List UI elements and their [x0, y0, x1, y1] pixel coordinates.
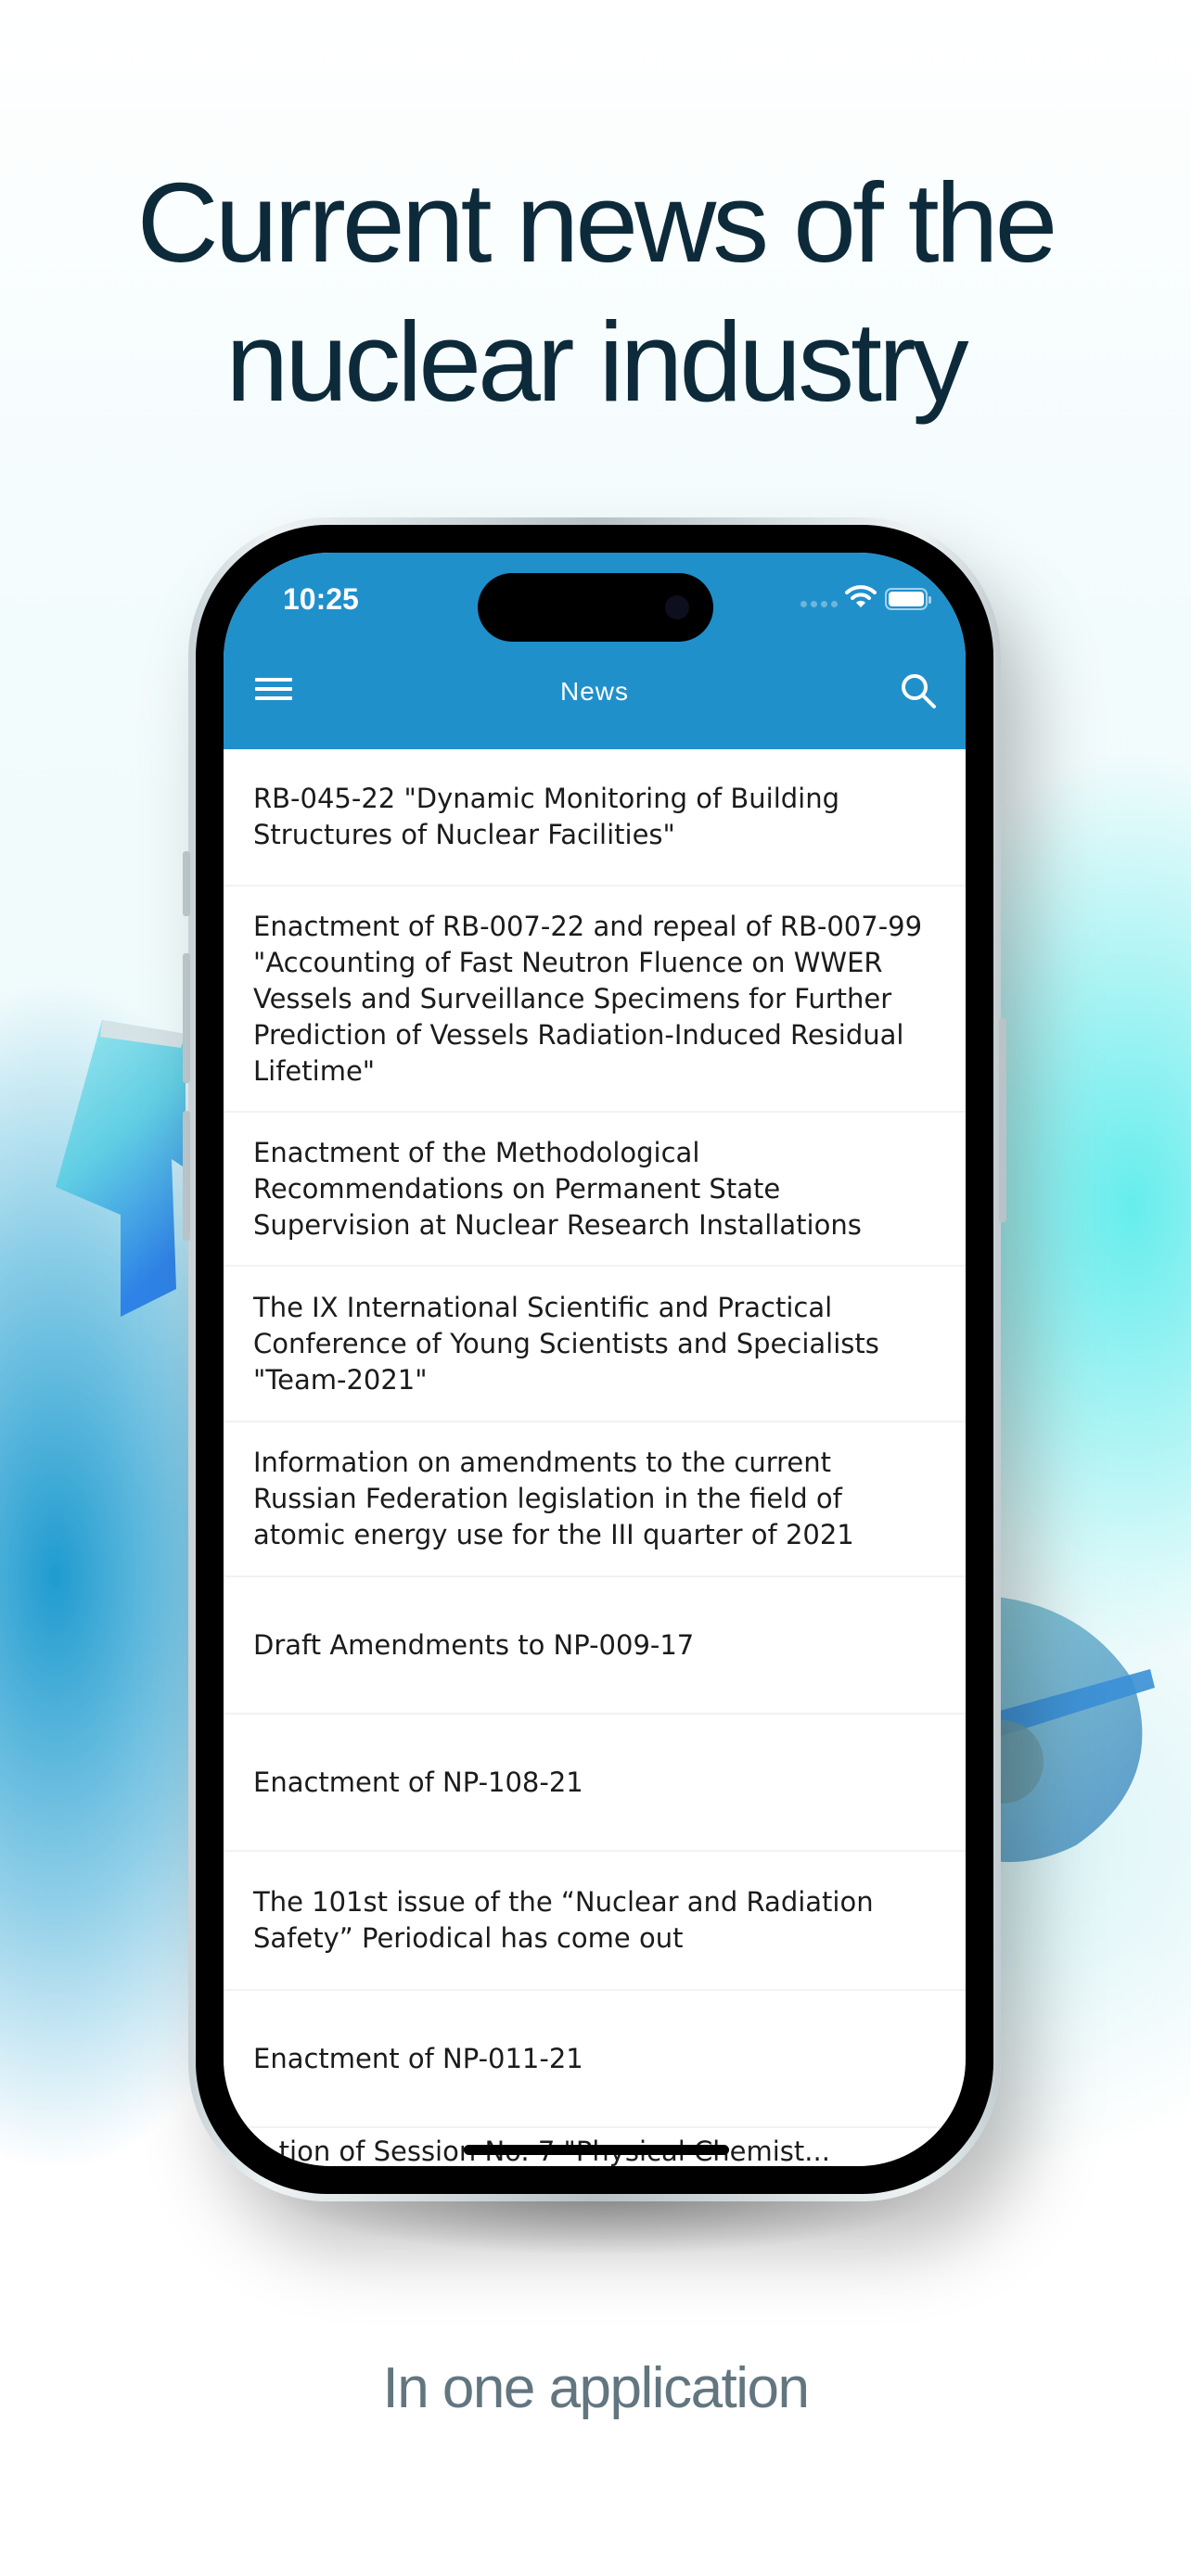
news-item-title: Enactment of NP-108-21 [253, 1766, 583, 1798]
volume-up-button [183, 953, 190, 1083]
status-time: 10:25 [283, 582, 359, 616]
search-icon[interactable] [899, 671, 938, 710]
news-item[interactable]: Enactment of NP-011-21 [224, 1991, 966, 2128]
news-item[interactable]: Enactment of NP-108-21 [224, 1715, 966, 1852]
news-item-title: The 101st issue of the “Nuclear and Radi… [253, 1886, 874, 1954]
news-item[interactable]: Information on amendments to the current… [224, 1422, 966, 1577]
news-list: RB-045-22 "Dynamic Monitoring of Buildin… [224, 749, 966, 2166]
news-item-title: Enactment of the Methodological Recommen… [253, 1136, 862, 1241]
battery-icon [885, 588, 931, 610]
news-item-title: Information on amendments to the current… [253, 1447, 854, 1550]
volume-down-button [183, 1111, 190, 1241]
news-item[interactable]: The 101st issue of the “Nuclear and Radi… [224, 1852, 966, 1991]
home-indicator[interactable] [464, 2145, 729, 2155]
news-item[interactable]: RB-045-22 "Dynamic Monitoring of Buildin… [224, 749, 966, 886]
news-item[interactable]: The IX International Scientific and Prac… [224, 1267, 966, 1422]
news-item[interactable]: Enactment of the Methodological Recommen… [224, 1113, 966, 1267]
camera-icon [665, 595, 689, 619]
news-item-title: Enactment of NP-011-21 [253, 2042, 583, 2074]
lightning-bolt-icon [56, 1020, 186, 1317]
news-item[interactable]: Enactment of RB-007-22 and repeal of RB-… [224, 886, 966, 1113]
signal-icon [800, 601, 838, 607]
news-item-title: Enactment of RB-007-22 and repeal of RB-… [253, 910, 923, 1087]
promo-subline: In one application [382, 2356, 810, 2420]
action-button [183, 851, 190, 916]
wifi-icon [845, 585, 877, 607]
promo-headline: Current news of the nuclear industry [136, 159, 1058, 425]
news-item-title: RB-045-22 "Dynamic Monitoring of Buildin… [253, 783, 840, 850]
phone-mockup: 10:25 News RB-045-22 "Dynamic Monitoring… [183, 517, 1006, 2201]
news-item-title: The IX International Scientific and Prac… [253, 1291, 879, 1396]
app-bar: 10:25 News [224, 553, 966, 749]
news-item-title: Draft Amendments to NP-009-17 [253, 1628, 695, 1661]
dynamic-island [478, 573, 713, 642]
news-item[interactable]: Draft Amendments to NP-009-17 [224, 1577, 966, 1715]
screen-title: News [559, 677, 629, 706]
app-screen: 10:25 News RB-045-22 "Dynamic Monitoring… [224, 553, 966, 2166]
power-button [999, 1018, 1006, 1222]
